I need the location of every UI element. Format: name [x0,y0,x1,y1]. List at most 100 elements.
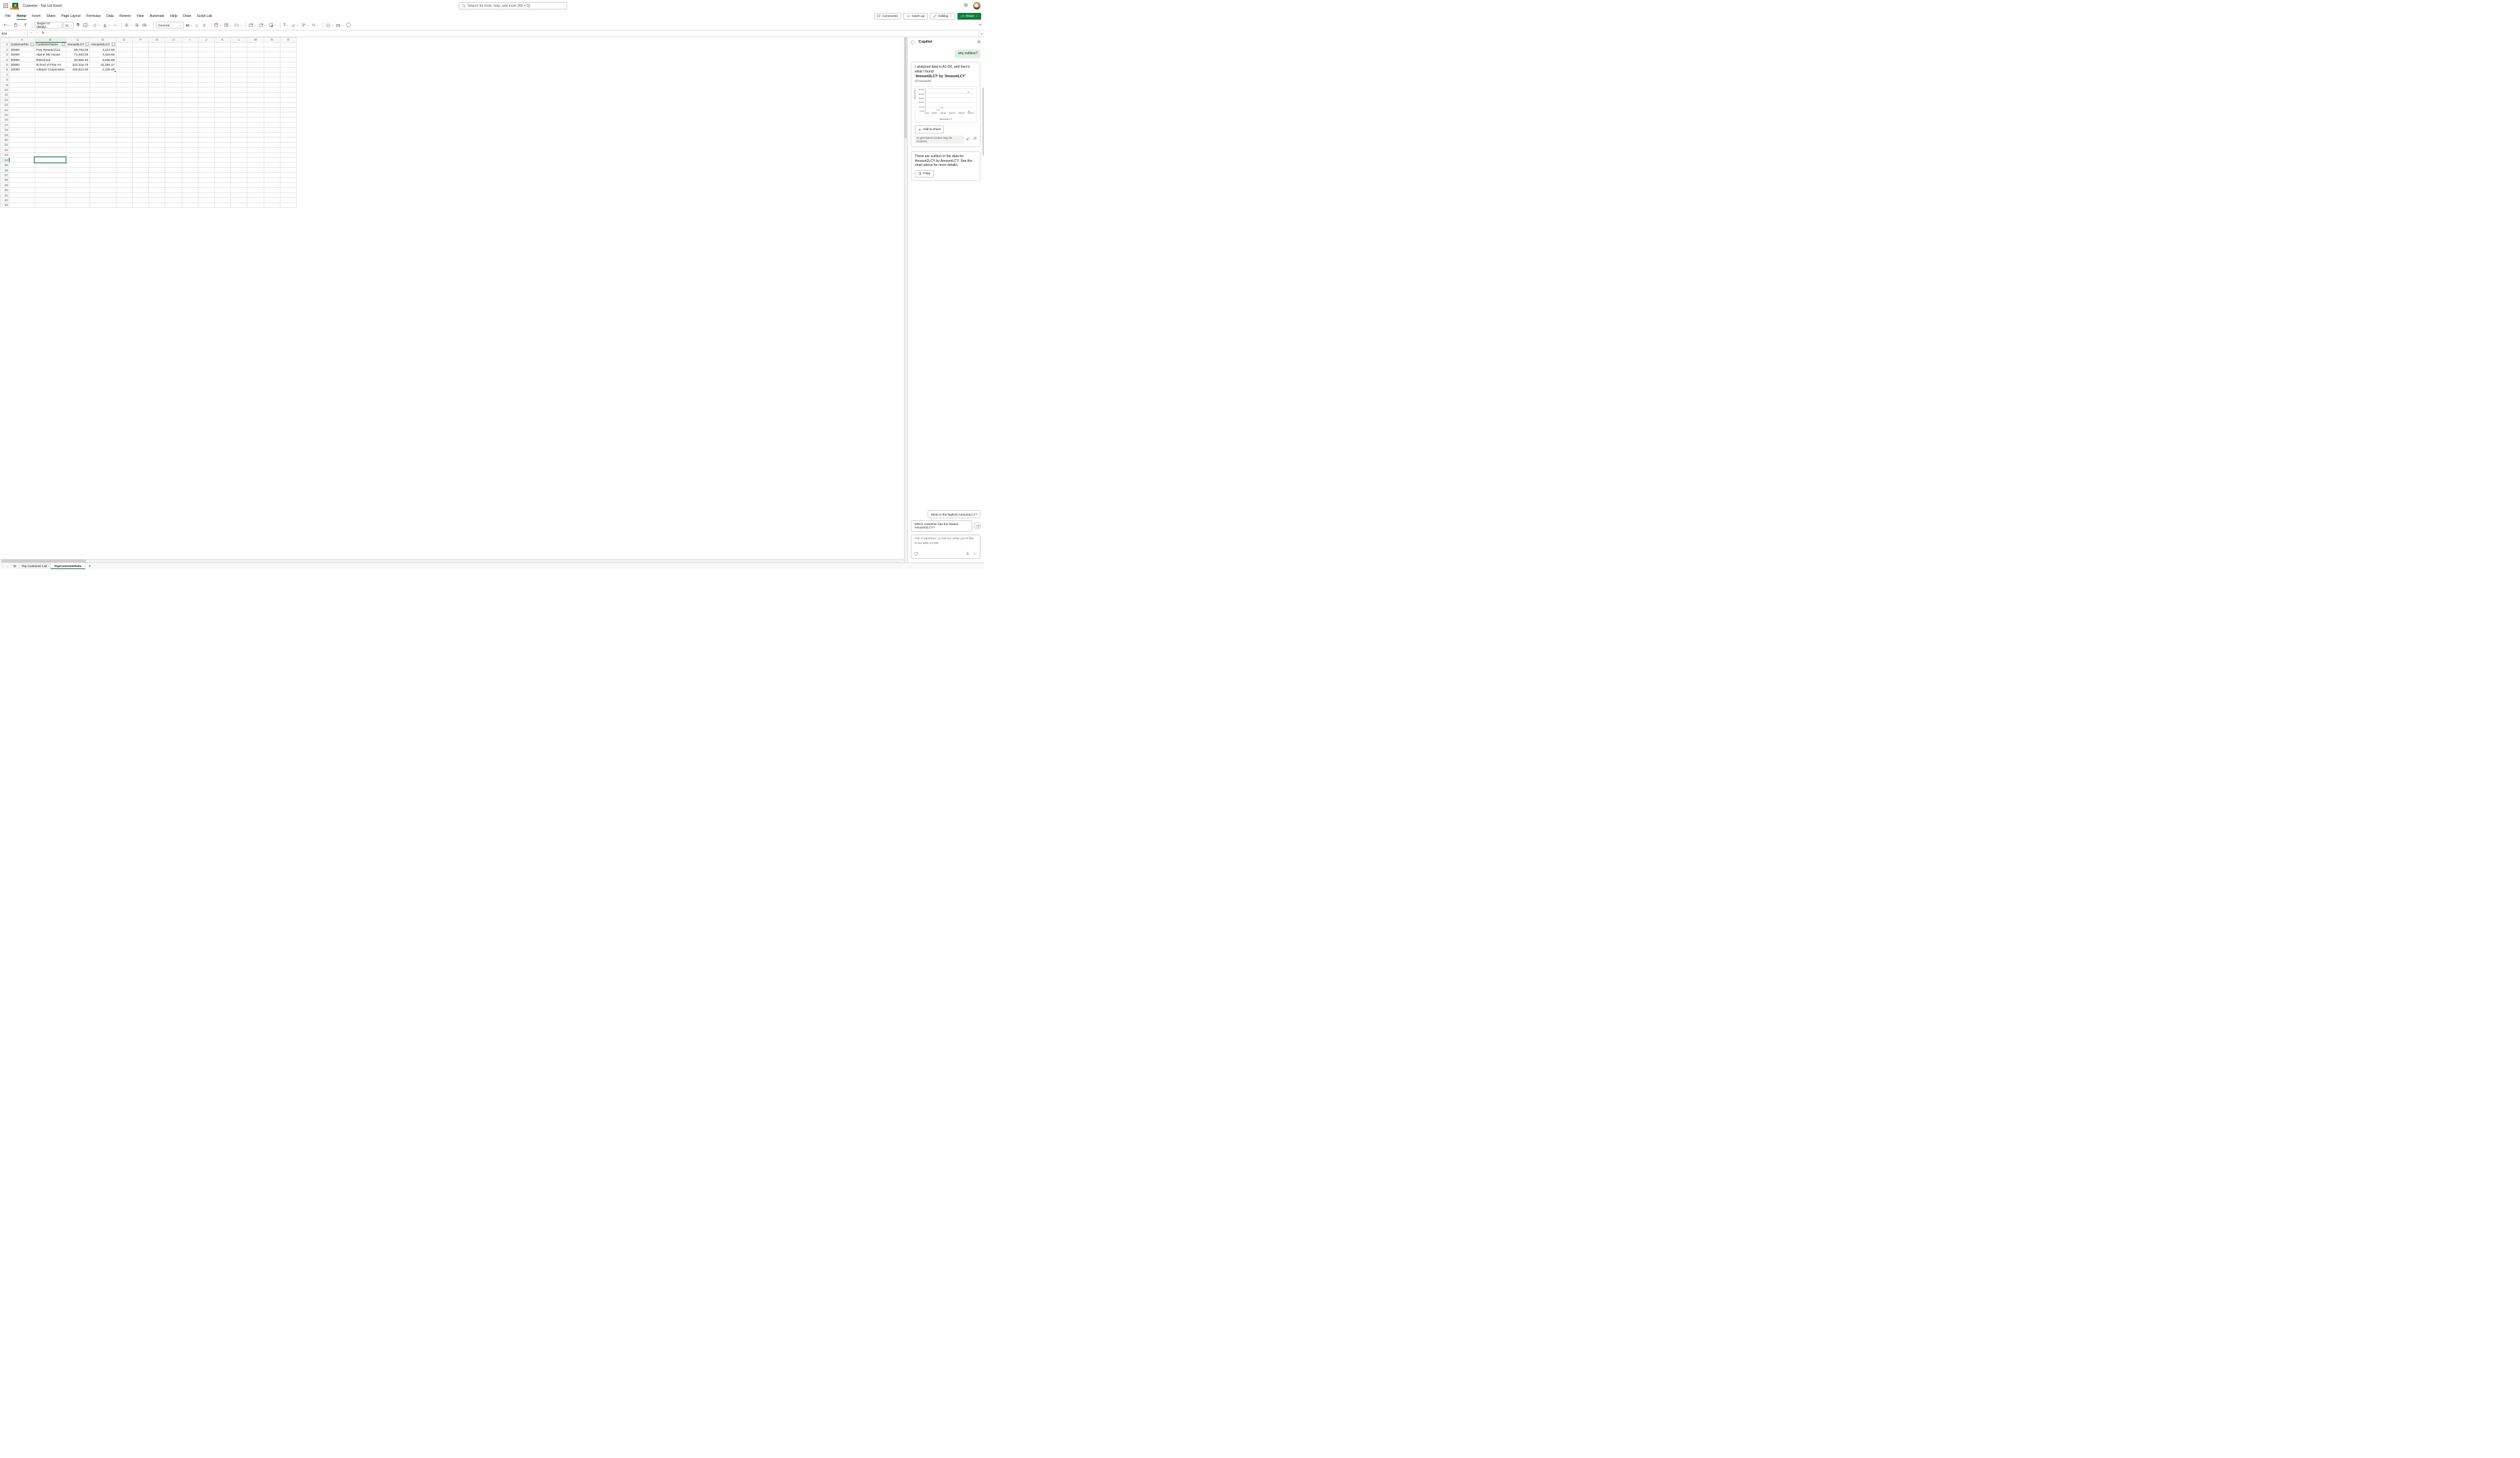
cell-I24[interactable] [182,157,198,162]
cell-M27[interactable] [247,173,264,178]
cell-M11[interactable] [247,92,264,97]
cell-M12[interactable] [247,98,264,102]
cell-B18[interactable] [35,127,66,132]
col-header-J[interactable]: J [198,37,214,42]
cell-A6[interactable]: 10000 [9,67,35,72]
cell-L2[interactable] [231,47,247,52]
cell-O24[interactable] [280,157,296,162]
cell-K12[interactable] [215,98,231,102]
cell-O25[interactable] [280,163,296,167]
cell-M21[interactable] [247,142,264,147]
cell-A3[interactable]: 40000 [9,52,35,57]
add-to-sheet-button[interactable]: Add to sheet [915,125,944,133]
cell-J32[interactable] [198,198,214,203]
cell-O7[interactable] [280,72,296,77]
row-header-21[interactable]: 21 [1,142,9,147]
cell-A28[interactable] [9,178,35,182]
cell-D16[interactable] [89,117,116,122]
row-header-25[interactable]: 25 [1,163,9,167]
row-header-31[interactable]: 31 [1,192,9,197]
accounting-format-button[interactable]: $€ [185,22,193,28]
cell-A11[interactable] [9,92,35,97]
cell-J12[interactable] [198,98,214,102]
row-header-9[interactable]: 9 [1,82,9,87]
row-header-24[interactable]: 24 [1,157,9,162]
cell-F2[interactable] [133,47,149,52]
cell-E20[interactable] [116,138,132,142]
col-header-L[interactable]: L [231,37,247,42]
cell-J2[interactable] [198,47,214,52]
cell-F4[interactable] [133,57,149,62]
cell-K6[interactable] [215,67,231,72]
cell-L21[interactable] [231,142,247,147]
cell-O27[interactable] [280,173,296,178]
sheet-tab-2[interactable]: TopCustomerData [51,563,85,569]
col-header-A[interactable]: A [9,37,35,42]
bold-button[interactable]: B [75,22,81,28]
format-painter-button[interactable] [22,22,28,28]
cell-O2[interactable] [280,47,296,52]
cell-G8[interactable] [149,77,165,82]
cell-E31[interactable] [116,192,132,197]
cell-F9[interactable] [133,82,149,87]
cell-N23[interactable] [264,152,280,157]
cell-F14[interactable] [133,107,149,112]
formula-input[interactable] [47,30,979,36]
cell-H27[interactable] [165,173,182,178]
cell-N19[interactable] [264,132,280,137]
tab-review[interactable]: Review [117,12,133,20]
cell-N11[interactable] [264,92,280,97]
cell-B14[interactable] [35,107,66,112]
cell-O12[interactable] [280,98,296,102]
cell-H17[interactable] [165,123,182,127]
cell-C6[interactable]: 225,613.00 [66,67,89,72]
cell-M17[interactable] [247,123,264,127]
ribbon-expand-button[interactable] [978,23,982,28]
cell-A7[interactable] [9,72,35,77]
cell-H11[interactable] [165,92,182,97]
autosum-button[interactable]: Σ [283,22,290,28]
cell-G11[interactable] [149,92,165,97]
col-header-D[interactable]: D [89,37,116,42]
cell-L19[interactable] [231,132,247,137]
cell-H7[interactable] [165,72,182,77]
cell-J17[interactable] [198,123,214,127]
cell-K25[interactable] [215,163,231,167]
cell-O29[interactable] [280,183,296,188]
cell-I19[interactable] [182,132,198,137]
cell-N18[interactable] [264,127,280,132]
copilot-close-button[interactable] [977,40,980,45]
cell-A21[interactable] [9,142,35,147]
row-header-33[interactable]: 33 [1,203,9,207]
sheet-nav-prev-button[interactable] [1,565,4,568]
row-header-22[interactable]: 22 [1,148,9,152]
cell-M29[interactable] [247,183,264,188]
cell-K28[interactable] [215,178,231,182]
cell-O23[interactable] [280,152,296,157]
cell-I9[interactable] [182,82,198,87]
cell-L33[interactable] [231,203,247,207]
cell-B32[interactable] [35,198,66,203]
cell-F30[interactable] [133,188,149,192]
cell-H13[interactable] [165,102,182,107]
cell-G23[interactable] [149,152,165,157]
cell-N10[interactable] [264,87,280,92]
cell-O17[interactable] [280,123,296,127]
cell-D24[interactable] [89,157,116,162]
cell-B19[interactable] [35,132,66,137]
cell-M13[interactable] [247,102,264,107]
cell-J11[interactable] [198,92,214,97]
suggestion-2-button[interactable]: Which customer has the lowest Amount2LCY… [911,520,972,532]
cell-I2[interactable] [182,47,198,52]
row-header-15[interactable]: 15 [1,112,9,117]
catch-up-button[interactable]: Catch up [903,13,928,20]
cell-C25[interactable] [66,163,89,167]
cell-A25[interactable] [9,163,35,167]
row-header-26[interactable]: 26 [1,167,9,172]
cell-N27[interactable] [264,173,280,178]
cell-O9[interactable] [280,82,296,87]
col-header-C[interactable]: C [66,37,89,42]
col-header-F[interactable]: F [133,37,149,42]
cell-E9[interactable] [116,82,132,87]
cell-K10[interactable] [215,87,231,92]
